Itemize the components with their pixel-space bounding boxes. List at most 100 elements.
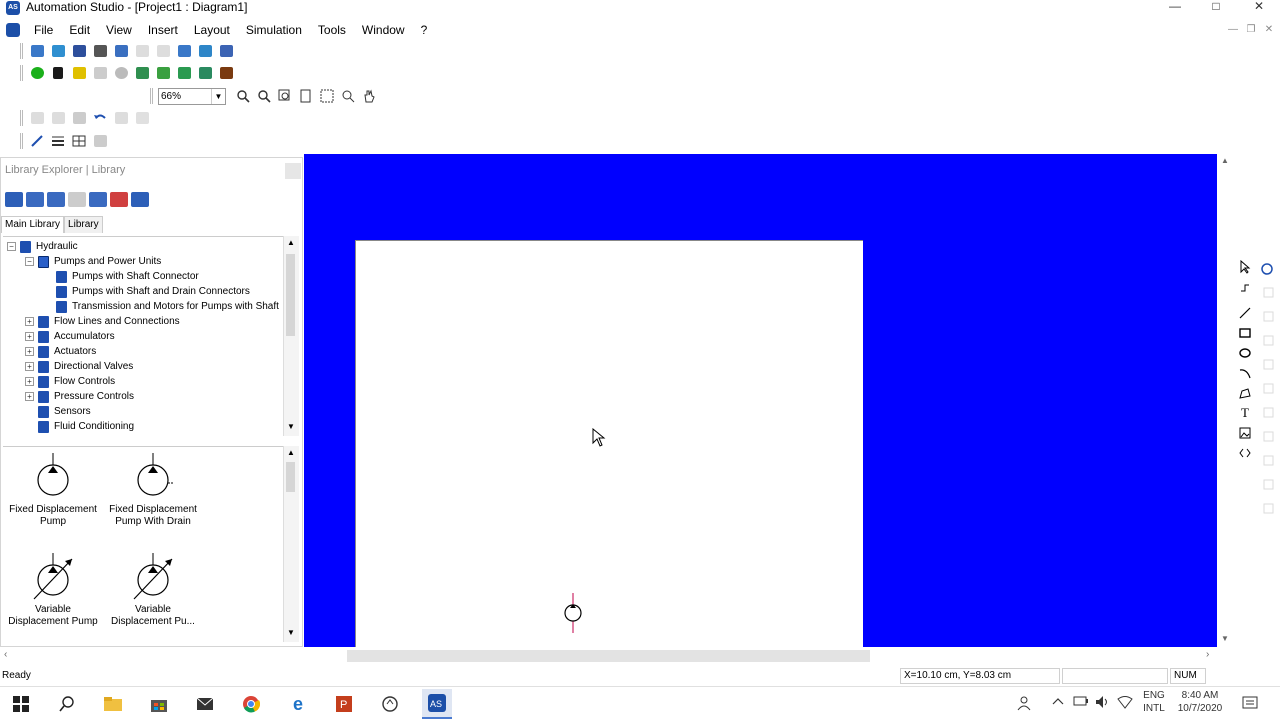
sim-option1-button[interactable] [133,64,151,82]
chevron-down-icon[interactable]: ▼ [211,88,225,104]
document-icon[interactable] [6,23,20,37]
arc-tool-icon[interactable] [1236,364,1254,382]
start-windows-icon[interactable] [10,693,32,715]
volume-icon[interactable] [1095,695,1111,712]
sim-option3-button[interactable] [175,64,193,82]
library-tree-icon[interactable] [89,192,107,207]
clock[interactable]: 8:40 AM 10/7/2020 [1170,689,1230,715]
tree-item[interactable]: Sensors [25,404,91,419]
expand-icon[interactable]: + [25,347,34,356]
tree-item[interactable]: + Directional Valves [25,359,133,374]
people-icon[interactable] [1016,695,1032,714]
tree-item[interactable]: + Accumulators [25,329,115,344]
automation-studio-taskbar-icon[interactable]: AS [422,689,452,719]
scroll-down-icon[interactable]: ▼ [287,422,295,431]
component-variable-displacement-pump[interactable]: Variable Displacement Pump [3,553,103,628]
diagram-vertical-scrollbar[interactable]: ▲ ▼ [1217,154,1234,647]
code-tool-icon[interactable] [1236,444,1254,462]
connect-icon[interactable] [1236,278,1254,296]
component-variable-displacement-pump-drain[interactable]: Variable Displacement Pu... [103,553,203,628]
diagram-horizontal-scrollbar[interactable]: ‹ › [0,648,1217,664]
tree-item[interactable]: + Actuators [25,344,96,359]
maximize-button[interactable]: □ [1201,0,1231,14]
expand-icon[interactable]: + [25,317,34,326]
tree-item[interactable]: − Hydraulic [7,239,78,254]
horizontal-scroll-thumb[interactable] [347,650,870,662]
mail-icon[interactable] [194,693,216,715]
pencil-button[interactable] [196,42,214,60]
menu-help[interactable]: ? [413,22,436,38]
zoom-select[interactable]: 66% ▼ [158,87,226,105]
tree-item[interactable]: − Pumps and Power Units [25,254,161,269]
expand-icon[interactable]: + [25,362,34,371]
expand-icon[interactable]: + [25,392,34,401]
sim-option2-button[interactable] [154,64,172,82]
toolbar-grip[interactable] [20,110,23,126]
menu-file[interactable]: File [26,22,61,38]
tree-item[interactable]: + Flow Controls [25,374,115,389]
search-icon[interactable] [56,693,78,715]
scroll-down-icon[interactable]: ▼ [287,628,295,637]
toolbar-grip[interactable] [20,133,23,149]
tree-item[interactable]: Pumps with Shaft and Drain Connectors [43,284,250,299]
chevron-up-icon[interactable] [1052,695,1064,710]
language-indicator[interactable]: ENG INTL [1142,689,1166,715]
toolbar-grip[interactable] [20,43,23,59]
collapse-icon[interactable]: − [7,242,16,251]
collapse-icon[interactable]: − [25,257,34,266]
edge-icon[interactable]: e [287,693,309,715]
rectangle-tool-icon[interactable] [1236,324,1254,342]
scroll-up-icon[interactable]: ▲ [287,238,295,247]
refresh-icon[interactable] [1260,262,1276,278]
expand-icon[interactable]: + [25,377,34,386]
battery-icon[interactable] [1073,695,1089,710]
close-button[interactable]: ✕ [1244,0,1274,14]
library-new-icon[interactable] [26,192,44,207]
minimize-button[interactable]: — [1160,0,1190,14]
menu-tools[interactable]: Tools [310,22,354,38]
line-style-icon[interactable] [28,132,46,150]
library-delete-icon[interactable] [110,192,128,207]
pause-button[interactable] [49,64,67,82]
image-tool-icon[interactable] [1236,424,1254,442]
grid-icon[interactable] [70,132,88,150]
menu-window[interactable]: Window [354,22,413,38]
preview-button[interactable] [175,42,193,60]
notifications-icon[interactable] [1242,695,1258,714]
powerpoint-icon[interactable]: P [333,693,355,715]
library-open-icon[interactable] [5,192,23,207]
store-icon[interactable] [148,693,170,715]
chrome-icon[interactable] [240,693,262,715]
polyline-tool-icon[interactable] [1236,384,1254,402]
tab-library[interactable]: Library [64,216,103,233]
print-button[interactable] [91,42,109,60]
mdi-restore-button[interactable]: ❐ [1244,24,1258,36]
zoom-fit-icon[interactable] [318,87,336,105]
save-button[interactable] [70,42,88,60]
toolbar-grip[interactable] [20,65,23,81]
tree-item[interactable]: Fluid Conditioning [25,419,134,434]
menu-view[interactable]: View [98,22,140,38]
sim-option4-button[interactable] [196,64,214,82]
select-arrow-icon[interactable] [1236,258,1254,276]
line-width-icon[interactable] [49,132,67,150]
scroll-up-icon[interactable]: ▲ [1221,156,1229,165]
tree-item[interactable]: Pumps with Shaft Connector [43,269,199,284]
panel-pin-button[interactable] [285,163,301,179]
app-circle-icon[interactable] [379,693,401,715]
zoom-window-icon[interactable] [276,87,294,105]
component-fixed-displacement-pump-drain[interactable]: Fixed Displacement Pump With Drain [103,453,203,528]
component-fixed-displacement-pump[interactable]: Fixed Displacement Pump [3,453,103,528]
undo-icon[interactable] [91,109,109,127]
tree-item[interactable]: Transmission and Motors for Pumps with S… [43,299,279,314]
library-lock-icon[interactable] [131,192,149,207]
step-button[interactable] [70,64,88,82]
text-tool-icon[interactable]: T [1236,404,1254,422]
pan-hand-icon[interactable] [360,87,378,105]
play-button[interactable] [28,64,46,82]
open-button[interactable] [49,42,67,60]
tree-scrollbar[interactable]: ▲ ▼ [283,236,299,436]
mdi-close-button[interactable]: ✕ [1262,24,1276,36]
plotter-button[interactable] [217,64,235,82]
zoom-selection-icon[interactable] [339,87,357,105]
